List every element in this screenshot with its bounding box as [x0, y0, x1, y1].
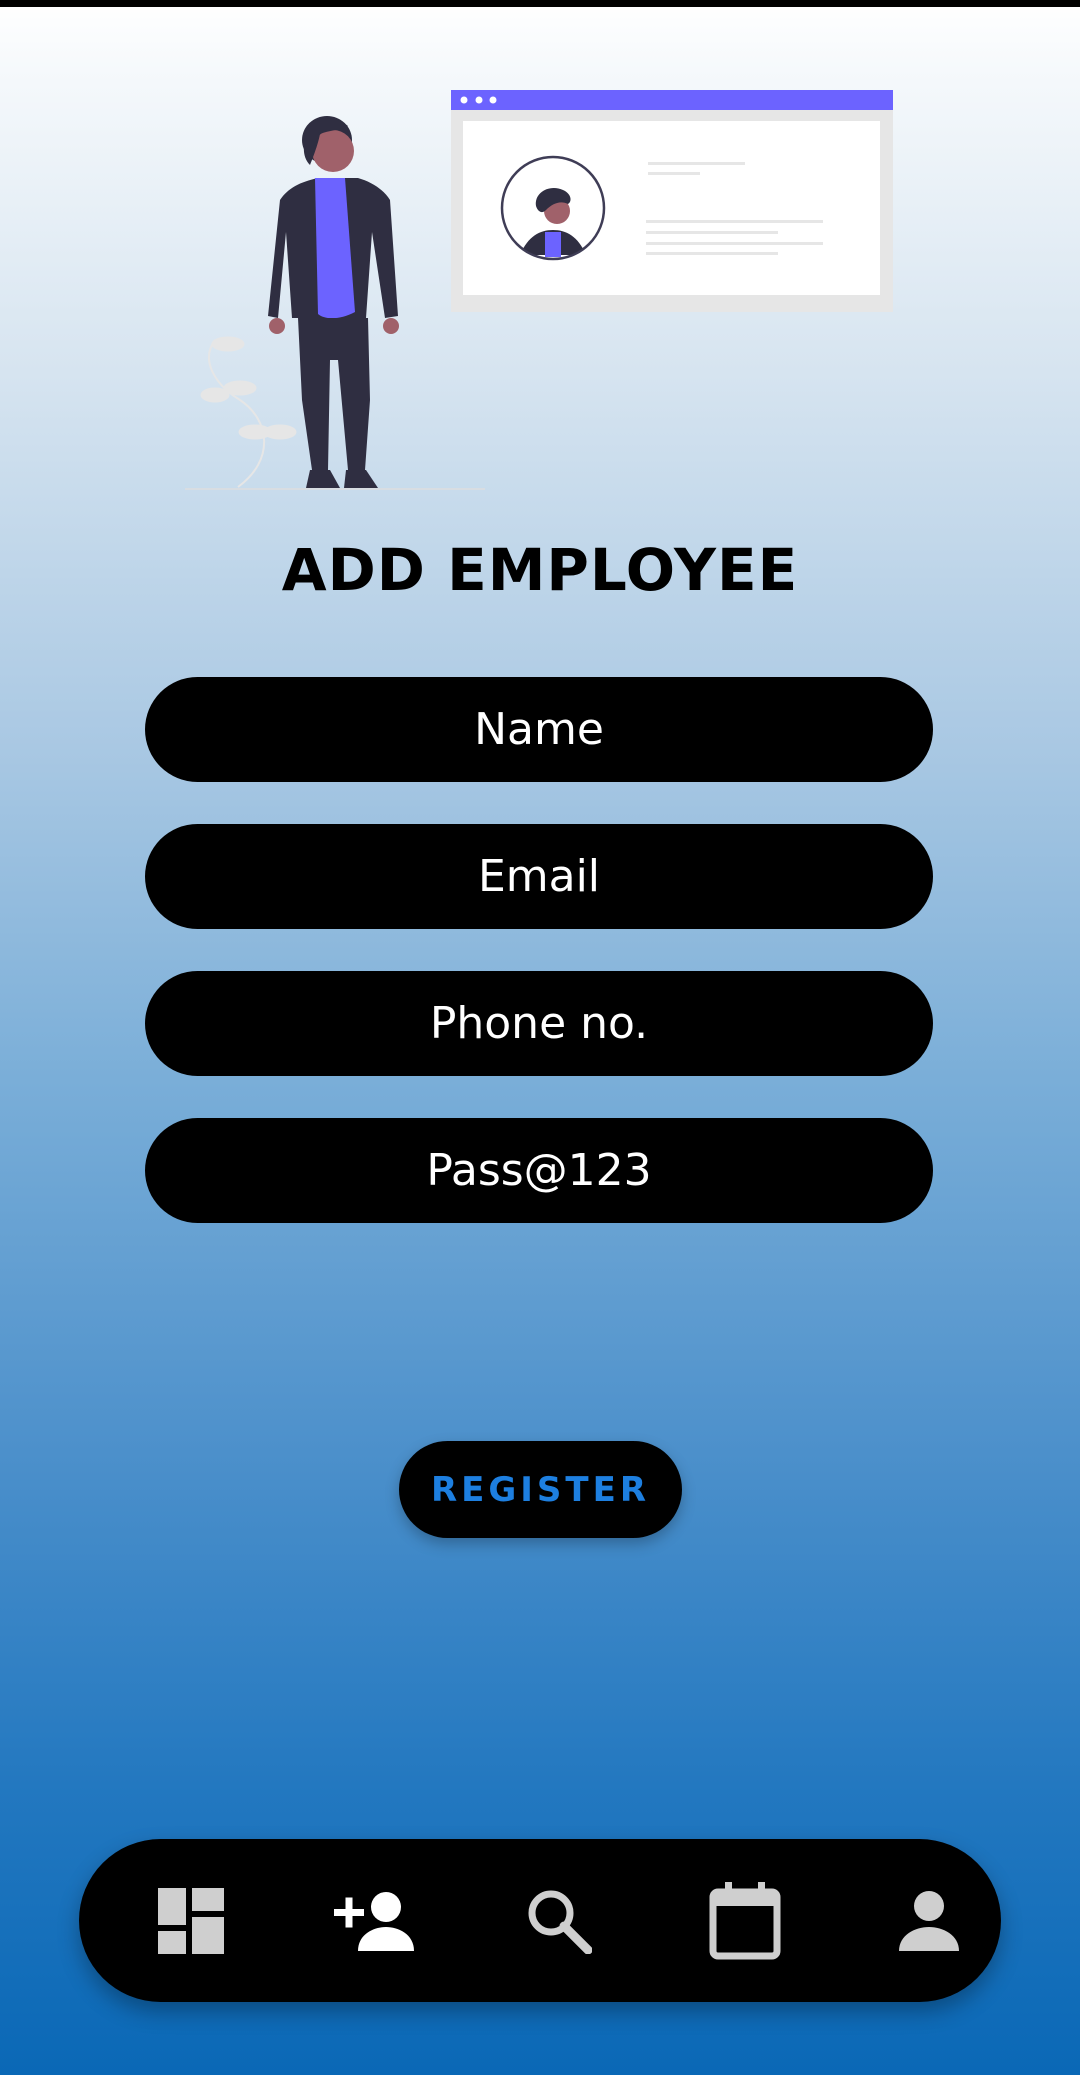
nav-calendar[interactable]: [685, 1839, 805, 2002]
plant-icon: [200, 336, 297, 488]
nav-add-employee[interactable]: [315, 1839, 435, 2002]
search-icon: [528, 1890, 592, 1954]
email-input[interactable]: [145, 824, 933, 929]
nav-dashboard[interactable]: [131, 1839, 251, 2002]
employee-illustration: [185, 90, 893, 490]
profile-card-icon: [451, 90, 893, 312]
phone-input[interactable]: [145, 971, 933, 1076]
dashboard-icon: [158, 1887, 224, 1954]
bottom-navigation: [79, 1839, 1001, 2002]
page-title: ADD EMPLOYEE: [281, 536, 799, 604]
register-button[interactable]: REGISTER: [399, 1441, 682, 1538]
email-field[interactable]: [145, 824, 933, 929]
phone-field[interactable]: [145, 971, 933, 1076]
name-input[interactable]: [145, 677, 933, 782]
name-field[interactable]: [145, 677, 933, 782]
nav-profile[interactable]: [869, 1839, 989, 2002]
password-input[interactable]: [145, 1118, 933, 1223]
person-icon: [899, 1890, 959, 1951]
add-person-icon: [334, 1891, 414, 1951]
calendar-icon: [709, 1881, 781, 1959]
password-field[interactable]: [145, 1118, 933, 1223]
nav-search[interactable]: [499, 1839, 619, 2002]
